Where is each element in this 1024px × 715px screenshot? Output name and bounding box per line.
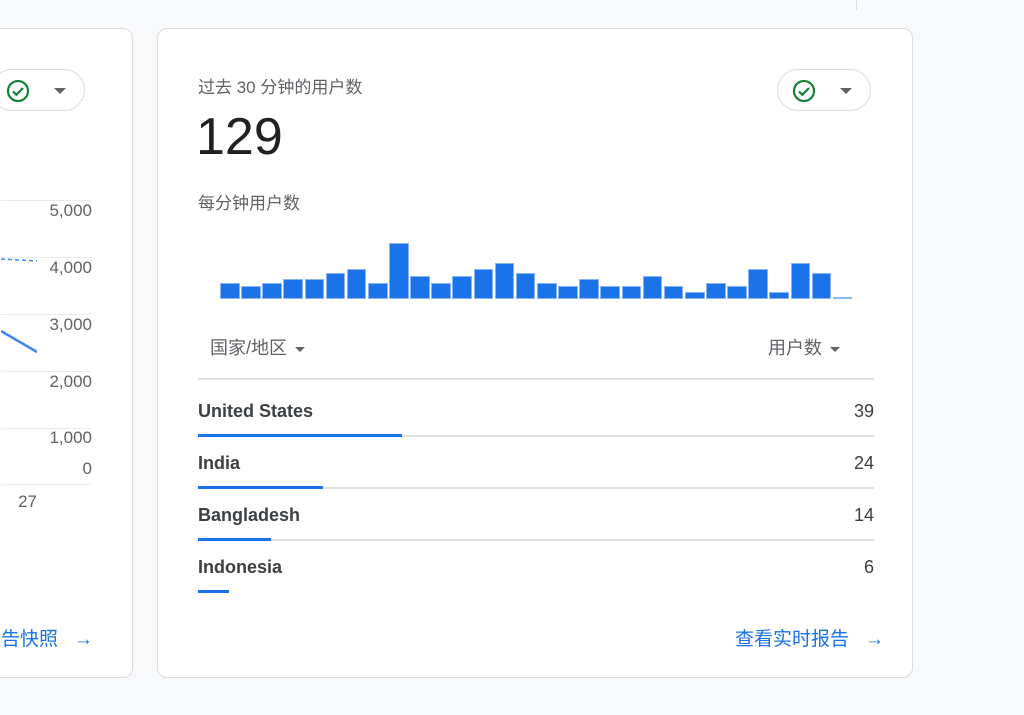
- trend-line-current: [1, 329, 37, 354]
- metric-label: 用户数: [768, 338, 822, 358]
- chart-bar[interactable]: [367, 282, 388, 299]
- chart-bar[interactable]: [473, 269, 494, 299]
- view-snapshot-link[interactable]: 告快照 →: [1, 624, 93, 651]
- chart-bar[interactable]: [621, 285, 642, 299]
- chart-bar[interactable]: [769, 292, 790, 299]
- chart-bar[interactable]: [558, 285, 578, 299]
- table-row[interactable]: Bangladesh 14: [198, 489, 874, 541]
- card-title: 过去 30 分钟的用户数: [198, 78, 363, 97]
- country-name: United States: [198, 401, 314, 421]
- user-count: 14: [853, 505, 874, 525]
- metric-column-header[interactable]: 用户数: [768, 334, 840, 360]
- chart-bar[interactable]: [452, 275, 473, 299]
- status-dropdown[interactable]: [777, 69, 871, 111]
- arrow-right-icon: →: [74, 629, 94, 650]
- divider: [856, 0, 857, 10]
- y-tick: 1,000: [49, 428, 92, 447]
- status-dropdown[interactable]: [0, 69, 85, 111]
- user-count: 6: [863, 557, 874, 577]
- users-per-minute-chart: [220, 229, 854, 299]
- view-snapshot-label: 告快照: [1, 629, 59, 650]
- table-row[interactable]: Indonesia 6: [198, 541, 874, 593]
- chart-bar[interactable]: [515, 272, 536, 299]
- chart-bar[interactable]: [220, 282, 240, 299]
- country-name: Indonesia: [198, 557, 283, 577]
- divider: [198, 378, 874, 380]
- chart-bar[interactable]: [727, 285, 747, 299]
- chevron-down-icon: [295, 346, 306, 352]
- chart-bar[interactable]: [684, 292, 705, 299]
- share-bar-fill: [198, 590, 230, 593]
- chevron-down-icon: [54, 88, 66, 94]
- y-tick: 0: [82, 459, 92, 478]
- chart-bar[interactable]: [494, 262, 515, 299]
- chevron-down-icon: [840, 88, 852, 94]
- chart-bar[interactable]: [283, 279, 304, 299]
- dimension-label: 国家/地区: [210, 338, 288, 358]
- chart-bar[interactable]: [325, 272, 346, 299]
- chart-bar[interactable]: [431, 282, 451, 299]
- table-row[interactable]: United States 39: [198, 385, 874, 437]
- country-name: Bangladesh: [198, 505, 301, 525]
- trend-lines: [1, 258, 37, 354]
- chart-bar[interactable]: [663, 285, 684, 299]
- chart-bar[interactable]: [748, 269, 768, 299]
- overview-card: 5,000 4,000 3,000 2,000 1,000 0 27 告快照 →: [0, 28, 133, 678]
- chart-bar[interactable]: [389, 243, 409, 299]
- y-tick: 5,000: [49, 201, 92, 220]
- chart-bar[interactable]: [537, 282, 557, 299]
- check-circle-icon: [6, 79, 30, 103]
- table-row[interactable]: India 24: [198, 437, 874, 489]
- chart-bar[interactable]: [832, 297, 853, 299]
- gridline: [43, 484, 91, 485]
- chart-bar[interactable]: [811, 272, 832, 299]
- chart-bar[interactable]: [410, 275, 430, 299]
- y-tick: 3,000: [49, 315, 92, 334]
- realtime-users-card: 过去 30 分钟的用户数 129 每分钟用户数 国家/地区 用户数 United…: [157, 28, 913, 678]
- chart-bar[interactable]: [304, 279, 325, 299]
- chart-bar[interactable]: [262, 282, 282, 299]
- chart-bar[interactable]: [579, 279, 599, 299]
- user-count: 39: [853, 401, 874, 421]
- chart-bar[interactable]: [241, 285, 261, 299]
- chart-subtitle: 每分钟用户数: [198, 194, 300, 213]
- chart-bar[interactable]: [790, 262, 811, 299]
- view-realtime-report-label: 查看实时报告: [734, 629, 849, 650]
- country-name: India: [198, 453, 241, 473]
- y-tick: 2,000: [49, 372, 92, 391]
- chart-bar[interactable]: [346, 269, 367, 299]
- check-circle-icon: [792, 79, 816, 103]
- y-tick: 4,000: [49, 258, 92, 277]
- x-tick: 27: [18, 492, 37, 511]
- chart-bar[interactable]: [600, 285, 621, 299]
- dimension-column-header[interactable]: 国家/地区: [210, 334, 306, 360]
- trend-line-comparison: [1, 258, 37, 262]
- chart-bar[interactable]: [706, 282, 726, 299]
- arrow-right-icon: →: [865, 629, 884, 650]
- chevron-down-icon: [830, 346, 840, 352]
- user-count: 24: [853, 453, 874, 473]
- view-realtime-report-link[interactable]: 查看实时报告 →: [735, 624, 884, 651]
- chart-bar[interactable]: [642, 275, 663, 299]
- total-users-value: 129: [196, 108, 283, 166]
